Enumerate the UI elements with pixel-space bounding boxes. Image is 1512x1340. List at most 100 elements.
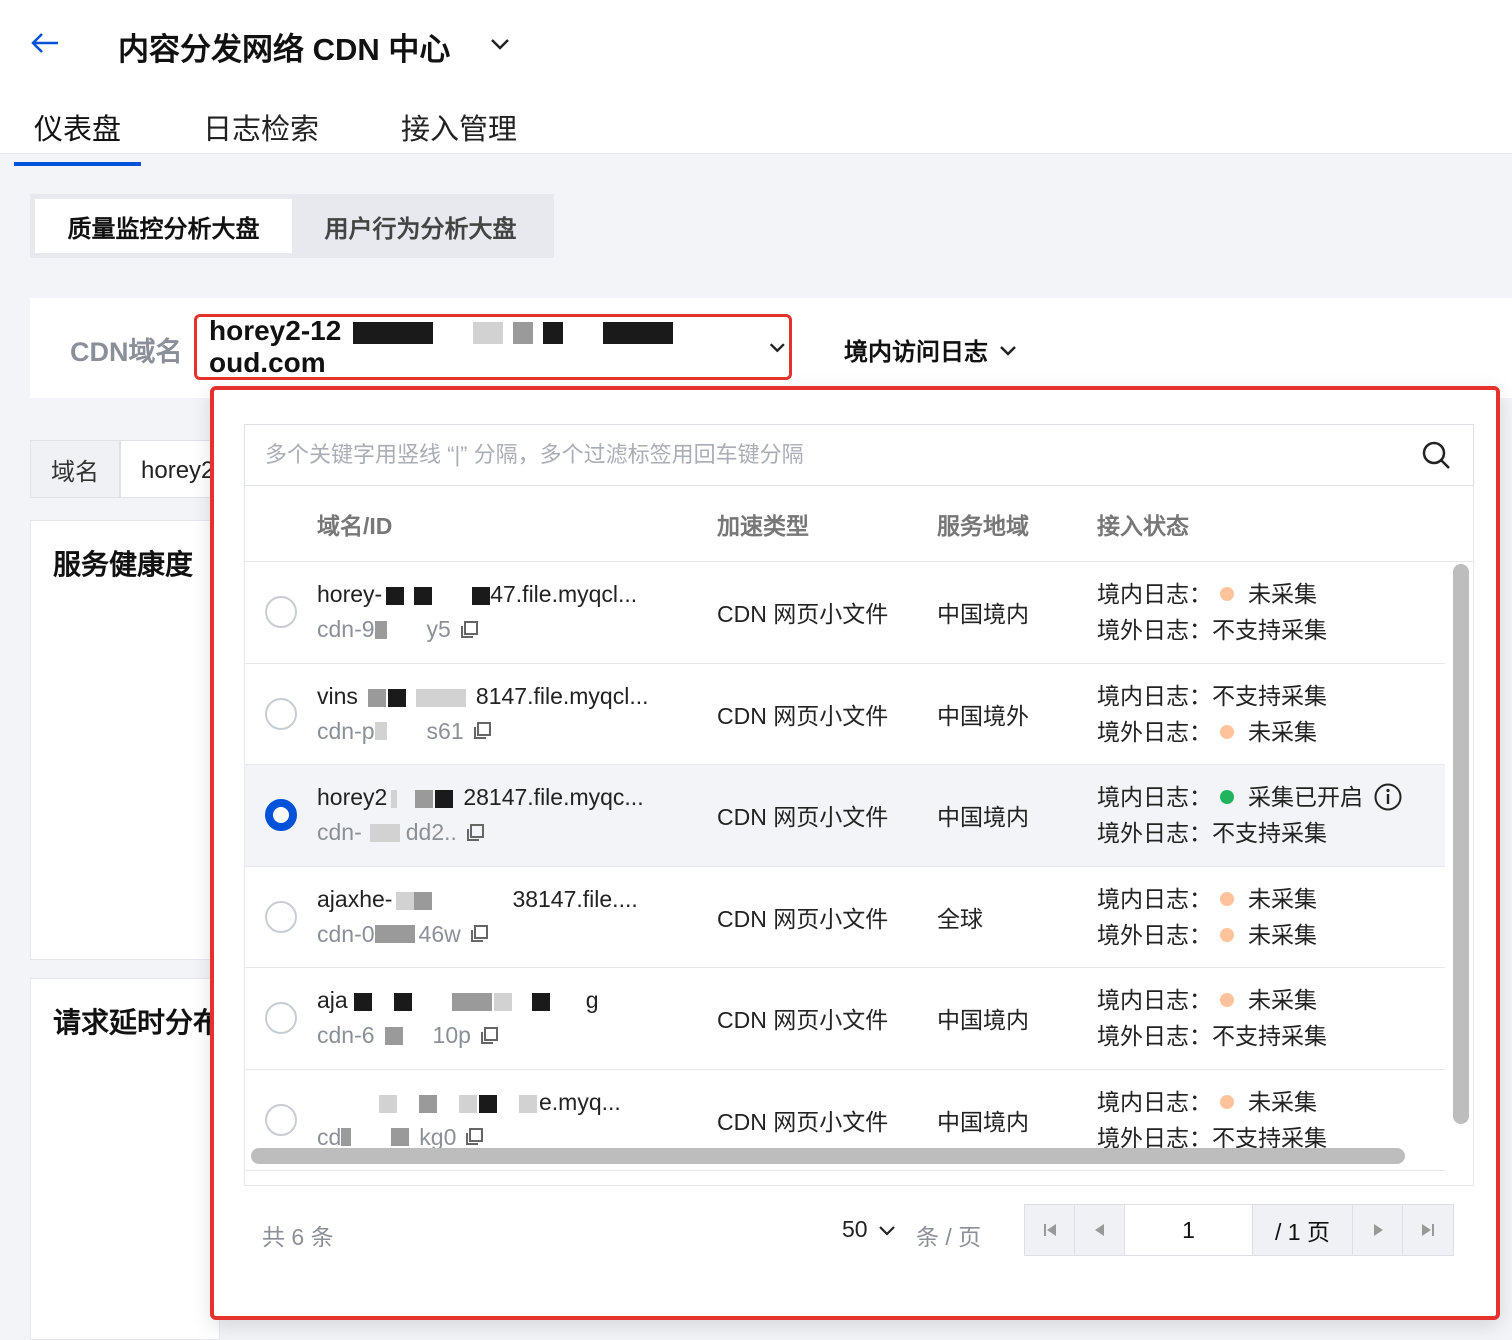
domain-id-head: cd bbox=[317, 1123, 342, 1150]
redaction-mask bbox=[391, 790, 398, 809]
domain-name-tail: 38147.file.... bbox=[512, 885, 638, 912]
status-label: 境外日志： bbox=[1097, 718, 1212, 745]
domain-search-input[interactable] bbox=[265, 442, 1419, 468]
status-value: 不支持采集 bbox=[1212, 617, 1327, 644]
dashboard-segment: 质量监控分析大盘 用户行为分析大盘 bbox=[30, 194, 554, 258]
status-dot bbox=[1220, 927, 1234, 942]
redaction-mask bbox=[396, 891, 415, 910]
table-row[interactable]: aja g cdn-6 10p CDN 网页小文件 中国境内 境内日志： 未采集 境外… bbox=[245, 968, 1445, 1070]
chevron-down-icon bbox=[878, 1225, 895, 1236]
app-title: 内容分发网络 CDN 中心 bbox=[118, 32, 451, 67]
column-header-status: 接入状态 bbox=[1097, 512, 1189, 539]
redaction-mask bbox=[414, 587, 433, 606]
domain-id-head: cdn-6 bbox=[317, 1022, 375, 1049]
first-page-icon[interactable] bbox=[1025, 1205, 1075, 1255]
redaction-mask bbox=[415, 790, 434, 809]
row-radio[interactable] bbox=[265, 1103, 297, 1136]
status-domestic: 境内日志： 未采集 bbox=[1097, 881, 1445, 917]
acceleration-type: CDN 网页小文件 bbox=[717, 905, 889, 932]
arrow-left-icon[interactable] bbox=[28, 26, 62, 60]
table-row[interactable]: vins 8147.file.myqcl... cdn-p s61 CDN 网页小文… bbox=[245, 664, 1445, 765]
domain-name: horey2 28147.file.myqc... bbox=[317, 784, 717, 811]
row-radio[interactable] bbox=[265, 799, 297, 832]
log-type-value: 境内访问日志 bbox=[844, 339, 988, 366]
domain-name: vins 8147.file.myqcl... bbox=[317, 683, 717, 710]
status-label: 境外日志： bbox=[1097, 617, 1212, 644]
domain-select-value: horey2-12oud.com bbox=[209, 315, 756, 379]
domain-name-tail: 8147.file.myqcl... bbox=[475, 682, 649, 709]
next-page-icon[interactable] bbox=[1353, 1205, 1403, 1255]
tab-log-search[interactable]: 日志检索 bbox=[203, 98, 319, 166]
tab-dashboard[interactable]: 仪表盘 bbox=[14, 98, 142, 166]
status-value: 不支持采集 bbox=[1212, 820, 1327, 847]
redaction-mask bbox=[531, 993, 550, 1012]
table-row[interactable]: horey2 28147.file.myqc... cdn-dd2.. CDN 网… bbox=[245, 765, 1445, 867]
status-dot bbox=[1220, 1094, 1234, 1109]
chevron-down-icon[interactable] bbox=[486, 30, 514, 58]
domain-name-tail: g bbox=[585, 987, 599, 1014]
copy-icon[interactable] bbox=[464, 1127, 484, 1147]
status-label: 境外日志： bbox=[1097, 921, 1212, 948]
domain-select[interactable]: horey2-12oud.com bbox=[194, 314, 792, 380]
copy-icon[interactable] bbox=[479, 1026, 499, 1046]
redaction-mask bbox=[451, 993, 492, 1012]
row-radio[interactable] bbox=[265, 1002, 297, 1035]
status-value: 未采集 bbox=[1248, 921, 1317, 948]
status-domestic: 境内日志： 未采集 bbox=[1097, 982, 1445, 1018]
status-label: 境内日志： bbox=[1097, 581, 1212, 608]
domain-field-value[interactable]: horey2 bbox=[120, 440, 220, 498]
redaction-mask bbox=[367, 688, 386, 707]
log-type-select[interactable]: 境内访问日志 bbox=[844, 332, 1020, 367]
domain-name: horey- 47.file.myqcl... bbox=[317, 581, 717, 608]
status-dot bbox=[1220, 724, 1234, 739]
copy-icon[interactable] bbox=[459, 620, 479, 640]
card-title: 请求延时分布 bbox=[53, 1007, 222, 1038]
status-dot bbox=[1220, 891, 1234, 906]
access-status: 境内日志： 不支持采集 境外日志： 未采集 bbox=[1097, 678, 1445, 750]
copy-icon[interactable] bbox=[472, 721, 492, 741]
page-size-select[interactable]: 50 bbox=[842, 1216, 898, 1243]
last-page-icon[interactable] bbox=[1403, 1205, 1453, 1255]
service-region: 全球 bbox=[937, 905, 983, 932]
redaction-mask bbox=[374, 925, 415, 944]
redaction-mask bbox=[369, 823, 400, 842]
copy-icon[interactable] bbox=[469, 924, 489, 944]
status-label: 境外日志： bbox=[1097, 820, 1212, 847]
redaction-mask bbox=[374, 722, 387, 741]
domain-id-tail: 10p bbox=[432, 1022, 471, 1049]
copy-icon[interactable] bbox=[465, 823, 485, 843]
tab-access-management[interactable]: 接入管理 bbox=[401, 98, 517, 166]
row-radio[interactable] bbox=[265, 900, 297, 933]
domain-id-head: cdn-0 bbox=[317, 920, 375, 947]
table-header: 域名/ID 加速类型 服务地域 接入状态 bbox=[245, 486, 1473, 562]
segment-user-behavior[interactable]: 用户行为分析大盘 bbox=[292, 199, 549, 253]
service-health-card: 服务健康度 bbox=[30, 520, 220, 960]
vertical-scrollbar[interactable] bbox=[1453, 564, 1469, 1124]
redaction-mask bbox=[387, 688, 406, 707]
service-region: 中国境外 bbox=[937, 702, 1029, 729]
current-page-input[interactable]: 1 bbox=[1125, 1205, 1253, 1255]
domain-name-head: aja bbox=[317, 987, 348, 1014]
filter-bar: CDN域名 horey2-12oud.com 境内访问日志 bbox=[30, 298, 1512, 398]
table-row[interactable]: ajaxhe- 38147.file.... cdn-0 46w CDN 网页小文件… bbox=[245, 867, 1445, 968]
prev-page-icon[interactable] bbox=[1075, 1205, 1125, 1255]
access-status: 境内日志： 采集已开启 境外日志： 不支持采集 bbox=[1097, 779, 1445, 851]
domain-name-head: horey2 bbox=[317, 784, 388, 811]
status-dot bbox=[1220, 587, 1234, 602]
row-radio[interactable] bbox=[265, 697, 297, 730]
segment-quality-monitoring[interactable]: 质量监控分析大盘 bbox=[35, 199, 292, 253]
chevron-down-icon bbox=[770, 343, 786, 353]
status-value: 未采集 bbox=[1248, 885, 1317, 912]
search-icon[interactable] bbox=[1419, 438, 1453, 472]
info-icon[interactable] bbox=[1373, 782, 1403, 812]
status-domestic: 境内日志： 采集已开启 bbox=[1097, 779, 1445, 815]
table-row[interactable]: horey- 47.file.myqcl... cdn-9 y5 CDN 网页小文件… bbox=[245, 562, 1445, 664]
status-overseas: 境外日志： 不支持采集 bbox=[1097, 612, 1445, 648]
redaction-mask bbox=[493, 993, 512, 1012]
redaction-mask bbox=[414, 891, 433, 910]
status-label: 境内日志： bbox=[1097, 987, 1212, 1014]
horizontal-scrollbar[interactable] bbox=[251, 1148, 1405, 1164]
row-radio[interactable] bbox=[265, 596, 297, 629]
status-value: 未采集 bbox=[1248, 718, 1317, 745]
redaction-mask bbox=[472, 587, 491, 606]
